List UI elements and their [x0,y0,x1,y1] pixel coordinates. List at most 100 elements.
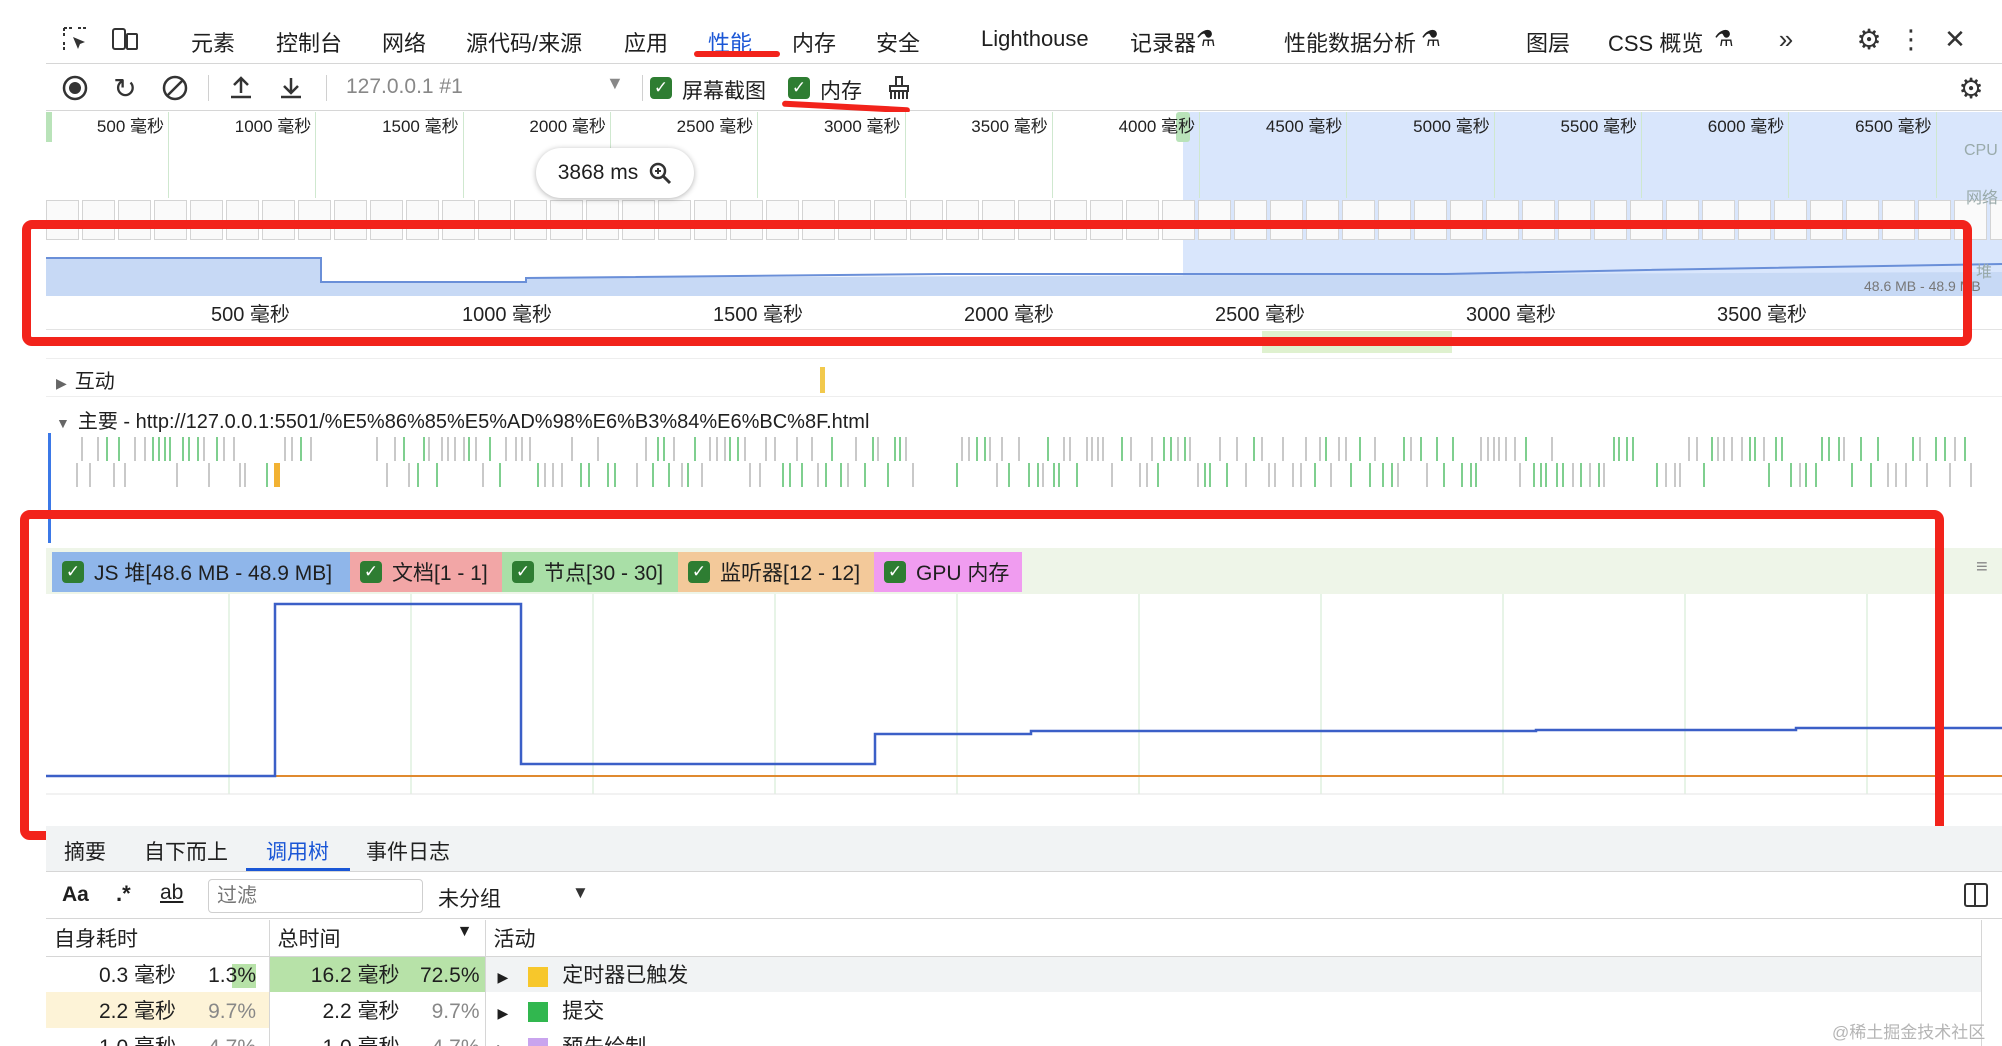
expand-triangle-icon[interactable]: ▶ [56,375,67,391]
task-tick [663,437,665,461]
task-tick [687,463,689,487]
task-tick [709,437,711,461]
whole-word-button[interactable]: ab [160,881,183,905]
close-icon[interactable]: ✕ [1940,24,1970,54]
clear-icon[interactable] [160,73,190,103]
toolbar-separator [326,75,327,101]
collect-garbage-icon[interactable] [884,73,914,103]
collapse-triangle-icon[interactable]: ▼ [56,415,70,431]
task-tick [668,463,670,487]
target-select[interactable]: 127.0.0.1 #1 [346,75,463,99]
tab-recorder[interactable]: 记录器 [1130,26,1196,58]
task-tick [482,463,484,487]
expand-triangle-icon[interactable]: ▶ [498,1041,509,1046]
task-tick [1268,463,1270,487]
record-icon[interactable] [60,73,90,103]
tab-lighthouse[interactable]: Lighthouse [981,26,1089,52]
tab-elements[interactable]: 元素 [191,26,235,58]
grouping-select[interactable]: 未分组 [438,883,501,913]
interaction-marker [820,367,825,393]
filter-input[interactable] [208,879,423,913]
capture-settings-icon[interactable]: ⚙ [1956,73,1986,104]
task-tick [152,437,154,461]
overview-heap-label: 堆 [1976,264,1993,281]
task-tick [744,437,746,461]
tab-memory[interactable]: 内存 [792,26,836,58]
task-tick [1562,463,1564,487]
task-tick [1436,437,1438,461]
task-tick [515,437,517,461]
tab-network[interactable]: 网络 [382,26,426,58]
tab-performance-insights[interactable]: 性能数据分析 [1284,26,1416,58]
tab-sources[interactable]: 源代码/来源 [466,26,582,58]
memory-checkbox[interactable]: ✓ [788,77,810,99]
chevron-down-icon[interactable]: ▼ [606,73,624,94]
task-tick [1598,463,1600,487]
column-total-time[interactable]: 总时间 ▼ [269,920,486,957]
call-tree-row[interactable]: 1.0 毫秒4.7%1.0 毫秒4.7%▶预先绘制 [46,1028,1982,1046]
tab-security[interactable]: 安全 [876,26,920,58]
task-tick [1410,437,1412,461]
task-tick [1895,463,1897,487]
toggle-sidebar-icon[interactable] [1964,883,1988,907]
task-tick [968,437,970,461]
task-tick [1540,463,1542,487]
task-tick [544,463,546,487]
task-tick [877,437,879,461]
inspect-element-icon[interactable] [60,24,90,54]
resize-handle-icon[interactable]: ≡ [1976,556,1988,579]
column-self-time[interactable]: 自身耗时 [46,920,270,957]
task-tick [811,437,813,461]
task-tick [1102,437,1104,461]
task-tick [1245,463,1247,487]
tab-call-tree[interactable]: 调用树 [266,836,329,866]
total-time-cell: 2.2 毫秒 9.7% [269,992,486,1028]
task-tick [376,437,378,461]
task-tick [1970,463,1972,487]
overview-grid-line [1346,112,1348,198]
tab-css-overview[interactable]: CSS 概览 [1608,26,1703,58]
device-toolbar-icon[interactable] [110,24,140,54]
call-tree-row[interactable]: 0.3 毫秒 1.3% 16.2 毫秒 72.5% ▶ 定时器已触发 [46,956,1982,992]
task-tick [1461,463,1463,487]
task-tick [468,437,470,461]
tab-event-log[interactable]: 事件日志 [366,836,450,866]
column-activity[interactable]: 活动 [485,920,1982,957]
match-case-button[interactable]: Aa [62,883,89,907]
tab-layers[interactable]: 图层 [1526,26,1570,58]
task-tick [1209,463,1211,487]
settings-gear-icon[interactable]: ⚙ [1854,24,1884,55]
overview-time-label: 3000 毫秒 [823,117,901,136]
call-tree-row[interactable]: 2.2 毫秒 9.7% 2.2 毫秒 9.7% ▶ 提交 [46,992,1982,1028]
tab-console[interactable]: 控制台 [276,26,342,58]
overview-cpu-label: CPU [1964,142,1998,159]
task-tick [561,463,563,487]
task-tick [1775,437,1777,461]
task-tick [223,437,225,461]
task-tick [1944,437,1946,461]
tab-summary[interactable]: 摘要 [64,836,106,866]
task-tick [1741,437,1743,461]
overview-time-label: 6500 毫秒 [1855,117,1932,136]
watermark: @稀土掘金技术社区 [1832,1023,1986,1042]
task-tick [291,437,293,461]
tab-bottom-up[interactable]: 自下而上 [144,836,228,866]
reload-record-icon[interactable]: ↻ [110,73,140,104]
task-tick [1345,437,1347,461]
expand-triangle-icon[interactable]: ▶ [498,969,509,985]
more-options-icon[interactable]: ⋮ [1896,24,1926,54]
tab-application[interactable]: 应用 [624,26,668,58]
sort-desc-icon: ▼ [456,922,473,940]
selection-handle-left[interactable] [46,112,52,142]
screenshots-checkbox[interactable]: ✓ [650,77,672,99]
regex-button[interactable]: .* [116,881,131,907]
more-tabs-icon[interactable]: » [1771,24,1801,54]
chevron-down-icon[interactable]: ▼ [572,883,589,903]
expand-triangle-icon[interactable]: ▶ [498,1005,509,1021]
task-tick [106,437,108,461]
upload-icon[interactable] [226,73,256,103]
zoom-in-icon [650,162,672,185]
task-tick [737,437,739,461]
interactions-track[interactable]: ▶ 互动 [46,358,2002,394]
download-icon[interactable] [276,73,306,103]
